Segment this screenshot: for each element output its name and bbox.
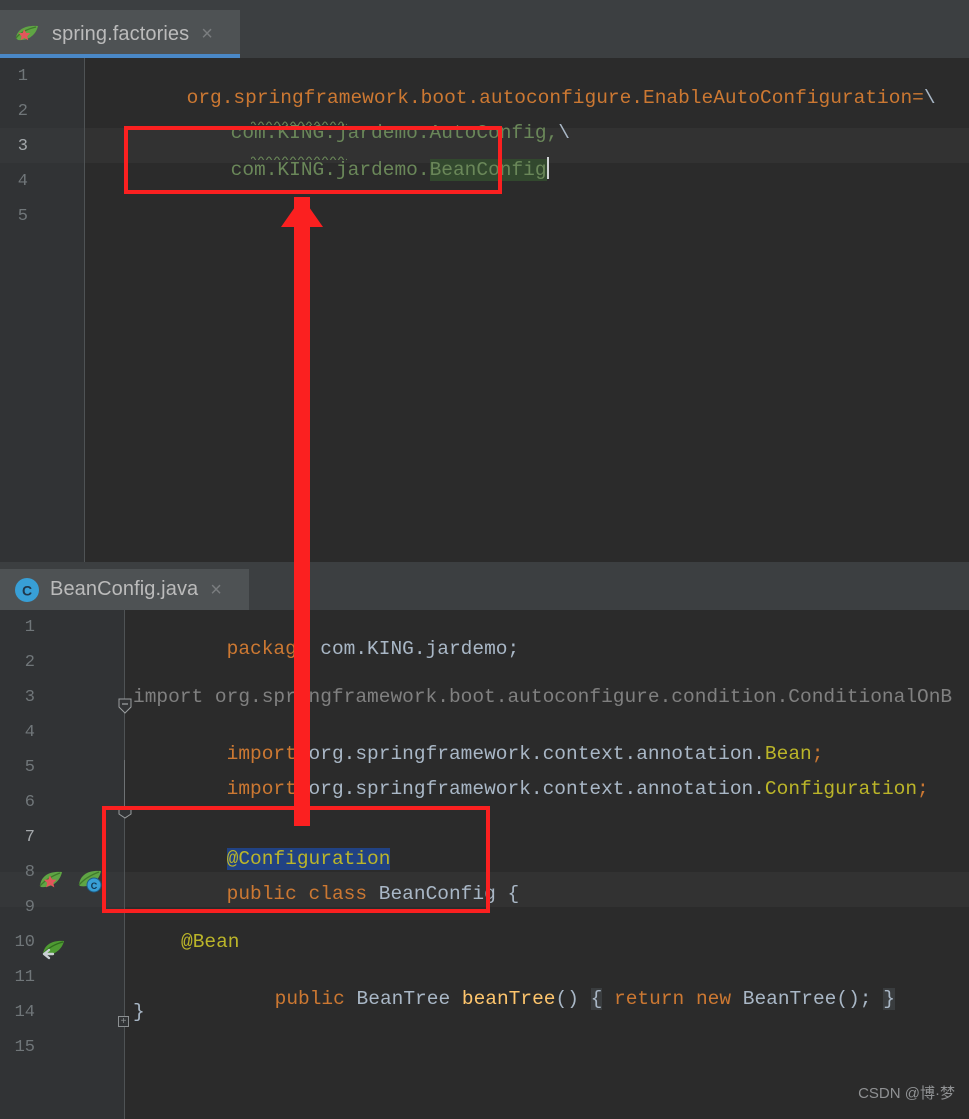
line-number: 2 bbox=[17, 102, 28, 121]
line-number: 4 bbox=[17, 172, 28, 191]
line-number: 11 bbox=[14, 968, 35, 987]
code-token: () bbox=[555, 988, 579, 1010]
spellcheck-squiggle bbox=[251, 120, 347, 125]
fold-collapse-icon-imports[interactable] bbox=[118, 698, 132, 719]
code-line-10: @Bean bbox=[181, 931, 240, 953]
tab-label: BeanConfig.java bbox=[50, 578, 199, 600]
code-line-14: } bbox=[133, 1001, 145, 1023]
fold-region-line bbox=[124, 760, 125, 808]
line-number: 10 bbox=[14, 933, 35, 952]
tabbar-top: spring.factories × bbox=[0, 0, 969, 58]
spring-bean-gutter-icon[interactable] bbox=[38, 868, 68, 899]
code-token: org.springframework.context.annotation. bbox=[296, 778, 765, 800]
code-token: return bbox=[614, 988, 685, 1010]
editor-pane-spring-factories: spring.factories × 1 2 3 4 5 org.springf… bbox=[0, 0, 969, 562]
line-number: 4 bbox=[24, 723, 35, 742]
spring-bean-navigate-icon[interactable] bbox=[40, 938, 68, 969]
line-number: 2 bbox=[24, 653, 35, 672]
svg-text:C: C bbox=[91, 881, 98, 891]
line-number: 8 bbox=[24, 863, 35, 882]
spring-config-gutter-icon[interactable]: C bbox=[76, 868, 104, 899]
line-number: 3 bbox=[17, 137, 28, 156]
folded-code-open-brace[interactable]: { bbox=[590, 988, 603, 1010]
line-number: 7 bbox=[24, 828, 35, 847]
code-token: Configuration bbox=[764, 778, 918, 800]
tab-beanconfig-java[interactable]: C BeanConfig.java × bbox=[0, 569, 249, 610]
close-icon[interactable]: × bbox=[210, 580, 222, 600]
code-token: BeanTree bbox=[356, 988, 451, 1010]
code-token: BeanTree(); bbox=[742, 988, 872, 1010]
ide-screen: spring.factories × 1 2 3 4 5 org.springf… bbox=[0, 0, 969, 1119]
code-token: public bbox=[274, 988, 345, 1010]
code-token: \ bbox=[923, 87, 936, 109]
close-icon[interactable]: × bbox=[201, 24, 213, 44]
svg-text:C: C bbox=[22, 582, 32, 598]
folded-code-close-brace[interactable]: } bbox=[883, 988, 895, 1010]
line-number: 3 bbox=[24, 688, 35, 707]
code-token: import bbox=[226, 778, 297, 800]
line-number: 5 bbox=[17, 207, 28, 226]
line-number: 15 bbox=[14, 1038, 35, 1057]
line-number: 5 bbox=[24, 758, 35, 777]
line-number: 6 bbox=[24, 793, 35, 812]
code-token: com.KING.jardemo; bbox=[308, 638, 520, 660]
code-token: \ bbox=[558, 122, 570, 144]
tabbar-bottom: C BeanConfig.java × bbox=[0, 562, 969, 610]
text-caret bbox=[546, 157, 549, 179]
tab-spring-factories[interactable]: spring.factories × bbox=[0, 10, 240, 58]
line-number: 9 bbox=[24, 898, 35, 917]
tab-label: spring.factories bbox=[52, 22, 190, 45]
highlight-box-beanconfig-entry bbox=[124, 126, 502, 194]
spring-leaf-icon bbox=[14, 23, 42, 45]
code-token: ; bbox=[917, 778, 929, 800]
red-arrow-shaft bbox=[294, 197, 310, 826]
code-line-11: public BeanTree beanTree() { return new … bbox=[181, 966, 895, 1032]
line-number: 14 bbox=[14, 1003, 35, 1022]
fold-expand-icon-method[interactable]: + bbox=[118, 1016, 129, 1027]
code-line-1: package com.KING.jardemo; bbox=[133, 616, 520, 682]
code-token: beanTree bbox=[461, 988, 556, 1010]
line-number: 1 bbox=[24, 618, 35, 637]
code-token: new bbox=[695, 988, 732, 1010]
code-token: { bbox=[507, 883, 520, 905]
red-arrow-head bbox=[281, 197, 323, 227]
java-class-icon: C bbox=[14, 577, 40, 603]
line-number: 1 bbox=[17, 67, 28, 86]
csdn-watermark: CSDN @博·梦 bbox=[858, 1085, 955, 1102]
code-line-3: import org.springframework.boot.autoconf… bbox=[133, 686, 953, 708]
